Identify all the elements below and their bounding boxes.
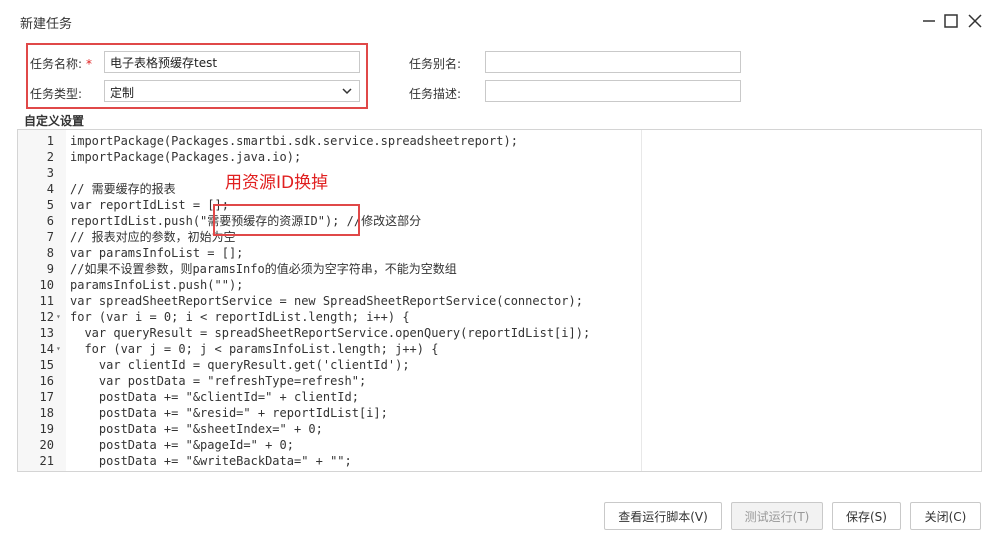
close-button[interactable]: 关闭(C): [910, 502, 981, 530]
task-desc-label: 任务描述:: [409, 87, 462, 101]
code-text: importPackage(Packages.java.io);: [70, 150, 302, 164]
view-script-button[interactable]: 查看运行脚本(V): [604, 502, 722, 530]
code-text: var postData = "refreshType=refresh";: [70, 374, 367, 388]
code-line: 21 postData += "&writeBackData=" + "";: [18, 453, 981, 469]
line-number: 12: [39, 310, 54, 324]
code-line: 7 // 报表对应的参数，初始为空: [18, 229, 981, 245]
code-text: for (var j = 0; j < paramsInfoList.lengt…: [70, 342, 439, 356]
custom-settings-label: 自定义设置: [24, 114, 85, 128]
task-type-select[interactable]: 定制: [104, 80, 360, 102]
code-text: postData += "&sheetIndex=" + 0;: [70, 422, 323, 436]
line-number: 8: [46, 246, 54, 260]
code-line: 8 var paramsInfoList = [];: [18, 245, 981, 261]
code-line: 13 var queryResult = spreadSheetReportSe…: [18, 325, 981, 341]
code-line: 19 postData += "&sheetIndex=" + 0;: [18, 421, 981, 437]
line-number: 14: [39, 342, 54, 356]
code-line: 14 ▾ for (var j = 0; j < paramsInfoList.l…: [18, 341, 981, 357]
task-type-label: 任务类型:: [30, 87, 83, 101]
code-line: 1 importPackage(Packages.smartbi.sdk.serv…: [18, 133, 981, 149]
code-text: postData += "&pageId=" + 0;: [70, 438, 294, 452]
code-lines: 1 importPackage(Packages.smartbi.sdk.serv…: [18, 133, 981, 469]
code-text: for (var i = 0; i < reportIdList.length;…: [70, 310, 410, 324]
code-line: 6 reportIdList.push("需要预缓存的资源ID"); //修改这部…: [18, 213, 981, 229]
code-line: 17 postData += "&clientId=" + clientId;: [18, 389, 981, 405]
line-number: 1: [46, 134, 54, 148]
code-text: var paramsInfoList = [];: [70, 246, 244, 260]
code-line: 10 paramsInfoList.push("");: [18, 277, 981, 293]
line-number: 17: [39, 390, 54, 404]
code-line: 11 var spreadSheetReportService = new Spr…: [18, 293, 981, 309]
task-name-input[interactable]: [104, 51, 360, 73]
line-number: 20: [39, 438, 54, 452]
fold-arrow-icon[interactable]: ▾: [56, 309, 64, 325]
chevron-down-icon: [342, 88, 352, 95]
line-number: 6: [46, 214, 54, 228]
task-name-label: 任务名称: *: [30, 57, 93, 71]
code-text: paramsInfoList.push("");: [70, 278, 244, 292]
required-mark: *: [86, 57, 93, 71]
line-number: 21: [39, 454, 54, 468]
task-type-value: 定制: [110, 86, 135, 100]
line-number: 5: [46, 198, 54, 212]
code-text: var clientId = queryResult.get('clientId…: [70, 358, 410, 372]
line-number: 13: [39, 326, 54, 340]
code-text: //如果不设置参数，则paramsInfo的值必须为空字符串，不能为空数组: [70, 262, 457, 276]
code-text: var reportIdList = [];: [70, 198, 229, 212]
line-number: 4: [46, 182, 54, 196]
task-alias-input[interactable]: [485, 51, 741, 73]
code-line: 16 var postData = "refreshType=refresh";: [18, 373, 981, 389]
window-title: 新建任务: [20, 17, 73, 32]
code-text: importPackage(Packages.smartbi.sdk.servi…: [70, 134, 518, 148]
task-desc-input[interactable]: [485, 80, 741, 102]
code-line: 5 var reportIdList = [];: [18, 197, 981, 213]
code-line: 15 var clientId = queryResult.get('clien…: [18, 357, 981, 373]
code-text: var spreadSheetReportService = new Sprea…: [70, 294, 583, 308]
minimize-icon[interactable]: [920, 12, 938, 30]
line-number: 15: [39, 358, 54, 372]
line-number: 2: [46, 150, 54, 164]
code-line: 20 postData += "&pageId=" + 0;: [18, 437, 981, 453]
line-number: 3: [46, 166, 54, 180]
code-line: 9 //如果不设置参数，则paramsInfo的值必须为空字符串，不能为空数组: [18, 261, 981, 277]
code-line: 3: [18, 165, 981, 181]
line-number: 11: [39, 294, 54, 308]
code-text: // 需要缓存的报表: [70, 182, 176, 196]
test-run-button[interactable]: 测试运行(T): [731, 502, 823, 530]
code-text: postData += "&writeBackData=" + "";: [70, 454, 352, 468]
line-number: 9: [46, 262, 54, 276]
code-editor[interactable]: 1 importPackage(Packages.smartbi.sdk.serv…: [17, 129, 982, 472]
close-icon[interactable]: [966, 12, 984, 30]
title-bar: 新建任务: [0, 0, 1000, 42]
code-text: postData += "&resid=" + reportIdList[i];: [70, 406, 388, 420]
code-line: 2 importPackage(Packages.java.io);: [18, 149, 981, 165]
line-number: 19: [39, 422, 54, 436]
code-text: var queryResult = spreadSheetReportServi…: [70, 326, 591, 340]
code-text: reportIdList.push("需要预缓存的资源ID"); //修改这部分: [70, 214, 422, 228]
save-button[interactable]: 保存(S): [832, 502, 901, 530]
maximize-icon[interactable]: [942, 12, 960, 30]
fold-arrow-icon[interactable]: ▾: [56, 341, 64, 357]
line-number: 7: [46, 230, 54, 244]
code-text: // 报表对应的参数，初始为空: [70, 230, 236, 244]
annotation-text: 用资源ID换掉: [225, 173, 329, 193]
code-line: 18 postData += "&resid=" + reportIdList[…: [18, 405, 981, 421]
code-text: postData += "&clientId=" + clientId;: [70, 390, 359, 404]
code-line: 4 // 需要缓存的报表: [18, 181, 981, 197]
task-alias-label: 任务别名:: [409, 57, 462, 71]
code-line: 12 ▾ for (var i = 0; i < reportIdList.leng…: [18, 309, 981, 325]
line-number: 18: [39, 406, 54, 420]
line-number: 10: [39, 278, 54, 292]
line-number: 16: [39, 374, 54, 388]
